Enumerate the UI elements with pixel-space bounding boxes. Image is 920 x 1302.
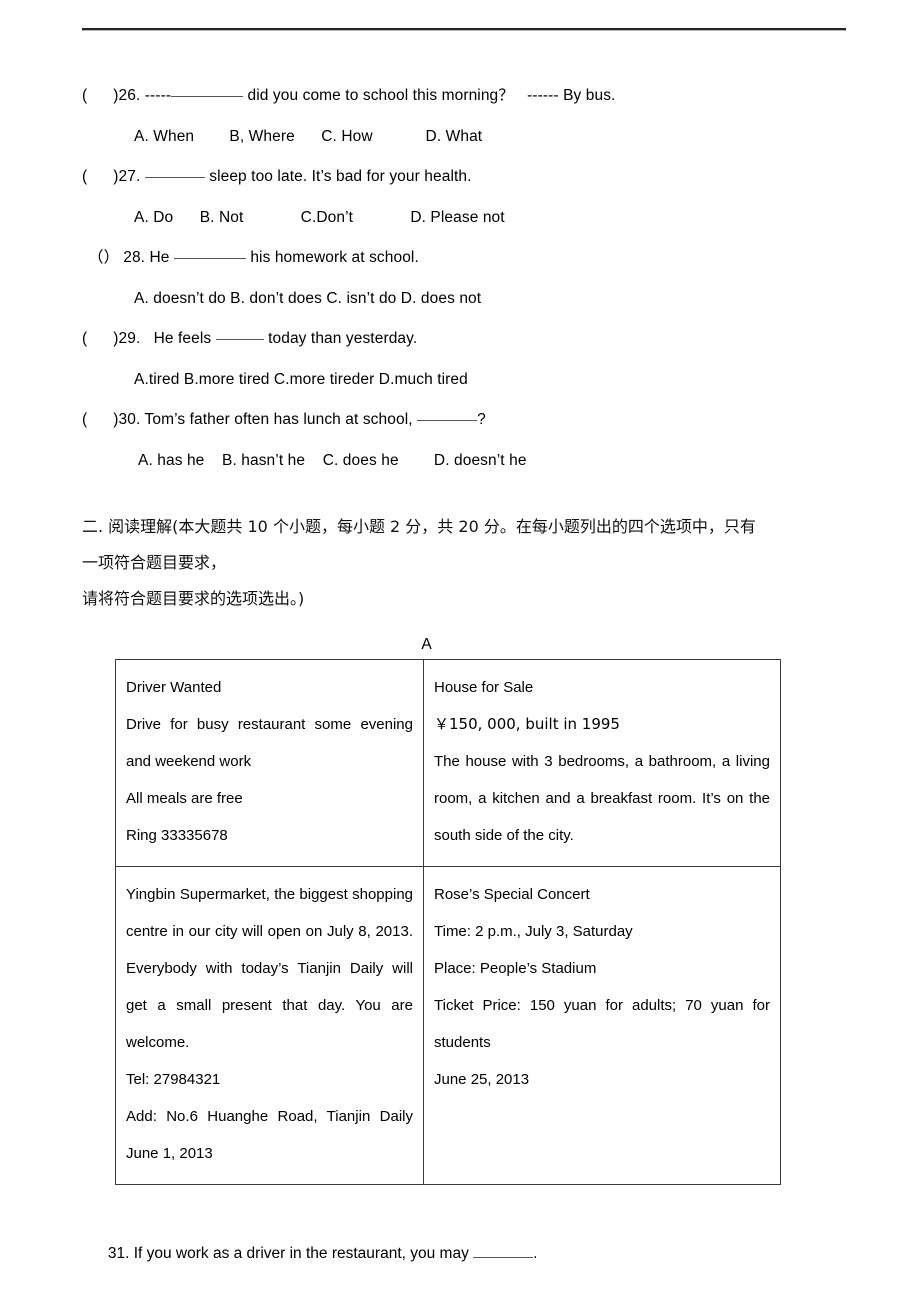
reading-instruction-line-1: 二. 阅读理解(本大题共 10 个小题，每小题 2 分，共 20 分。在每小题列…	[82, 517, 756, 536]
q29-stem-before: He feels	[140, 330, 216, 348]
ad-cell-house-for-sale: House for Sale ￥150, 000, built in 1995 …	[423, 659, 781, 867]
q28-stem-before: He	[145, 249, 174, 267]
passage-label-a: A	[421, 636, 432, 653]
q28-stem-after: his homework at school.	[245, 249, 419, 267]
reading-instruction-line-2: 一项符合题目要求，	[82, 553, 227, 572]
q30-number: 30.	[118, 411, 141, 429]
supermarket-tel: Tel: 27984321	[126, 1071, 221, 1088]
supermarket-body: Yingbin Supermarket, the biggest shoppin…	[126, 886, 413, 1051]
q28-marker-open: （	[88, 249, 104, 267]
question-31-text-before: 31. If you work as a driver in the resta…	[107, 1245, 474, 1262]
question-30-stem: () 30. Tom’s father often has lunch at sc…	[82, 402, 848, 438]
question-27-stem: () 27. sleep too late. It’s bad for your …	[82, 159, 848, 195]
concert-time: Time: 2 p.m., July 3, Saturday	[434, 923, 633, 940]
driver-wanted-meals: All meals are free	[126, 790, 243, 807]
q30-stem-before: Tom’s father often has lunch at school,	[140, 411, 418, 429]
header-rule	[82, 28, 846, 31]
question-27-options[interactable]: A. Do B. Not C.Don’t D. Please not	[82, 195, 848, 240]
question-29-stem: () 29. He feels today than yesterday.	[82, 321, 848, 357]
q27-marker-open: (	[82, 168, 88, 186]
q26-stem-before: -----	[140, 87, 172, 105]
concert-date: June 25, 2013	[434, 1071, 530, 1088]
q28-number: 28.	[123, 249, 146, 267]
reading-section-instructions: 二. 阅读理解(本大题共 10 个小题，每小题 2 分，共 20 分。在每小题列…	[82, 509, 848, 617]
question-26-options[interactable]: A. When B, Where C. How D. What	[82, 114, 848, 159]
question-31: 31. If you work as a driver in the resta…	[82, 1227, 848, 1281]
ad-cell-supermarket: Yingbin Supermarket, the biggest shoppin…	[115, 866, 424, 1185]
driver-wanted-body: Drive for busy restaurant some evening a…	[126, 716, 413, 770]
question-29-options[interactable]: A.tired B.more tired C.more tireder D.mu…	[82, 357, 848, 402]
page-content: () 26. ----- did you come to school this …	[82, 78, 848, 1281]
exam-page: () 26. ----- did you come to school this …	[0, 0, 920, 1302]
driver-wanted-title: Driver Wanted	[126, 679, 222, 696]
supermarket-address: Add: No.6 Huanghe Road, Tianjin Daily Ju…	[126, 1108, 413, 1162]
q30-marker-open: (	[82, 411, 88, 429]
q26-marker-open: (	[82, 87, 88, 105]
q29-number: 29.	[118, 330, 141, 348]
q29-answer-blank[interactable]	[215, 338, 264, 340]
q28-answer-blank[interactable]	[173, 257, 246, 259]
house-for-sale-description: The house with 3 bedrooms, a bathroom, a…	[434, 753, 770, 844]
ad-cell-driver-wanted: Driver Wanted Drive for busy restaurant …	[115, 659, 424, 867]
house-for-sale-title: House for Sale	[434, 679, 534, 696]
q26-answer-blank[interactable]	[171, 95, 244, 97]
q27-answer-blank[interactable]	[144, 176, 205, 178]
q29-marker-open: (	[82, 330, 88, 348]
question-31-text-after: .	[533, 1245, 538, 1262]
driver-wanted-phone: Ring 33335678	[126, 827, 228, 844]
house-for-sale-price: ￥150, 000, built in 1995	[434, 715, 620, 733]
concert-title: Rose’s Special Concert	[434, 886, 590, 903]
concert-place: Place: People’s Stadium	[434, 960, 597, 977]
q26-number: 26.	[118, 87, 141, 105]
concert-ticket-price: Ticket Price: 150 yuan for adults; 70 yu…	[434, 997, 770, 1051]
q26-stem-after: did you come to school this morning？ ---…	[243, 87, 616, 105]
question-30-options[interactable]: A. has he B. hasn’t he C. does he D. doe…	[82, 438, 848, 483]
ad-cell-concert: Rose’s Special Concert Time: 2 p.m., Jul…	[423, 866, 781, 1185]
table-row: Yingbin Supermarket, the biggest shoppin…	[115, 866, 781, 1185]
multiple-choice-block: () 26. ----- did you come to school this …	[82, 78, 848, 483]
q29-stem-after: today than yesterday.	[263, 330, 418, 348]
q27-number: 27.	[118, 168, 141, 186]
table-row: Driver Wanted Drive for busy restaurant …	[115, 659, 781, 867]
q30-stem-after: ?	[477, 411, 486, 429]
q28-marker-close: ）	[103, 249, 120, 267]
question-28-options[interactable]: A. doesn’t do B. don’t does C. isn’t do …	[82, 276, 848, 321]
reading-instruction-line-3: 请将符合题目要求的选项选出。)	[82, 589, 305, 608]
question-26-stem: () 26. ----- did you come to school this …	[82, 78, 848, 114]
question-28-stem: （） 28. He his homework at school.	[82, 240, 848, 276]
advertisements-table: Driver Wanted Drive for busy restaurant …	[115, 659, 781, 1185]
q27-stem-after: sleep too late. It’s bad for your health…	[204, 168, 472, 186]
q30-answer-blank[interactable]	[417, 419, 478, 421]
question-31-answer-blank[interactable]	[473, 1257, 534, 1258]
